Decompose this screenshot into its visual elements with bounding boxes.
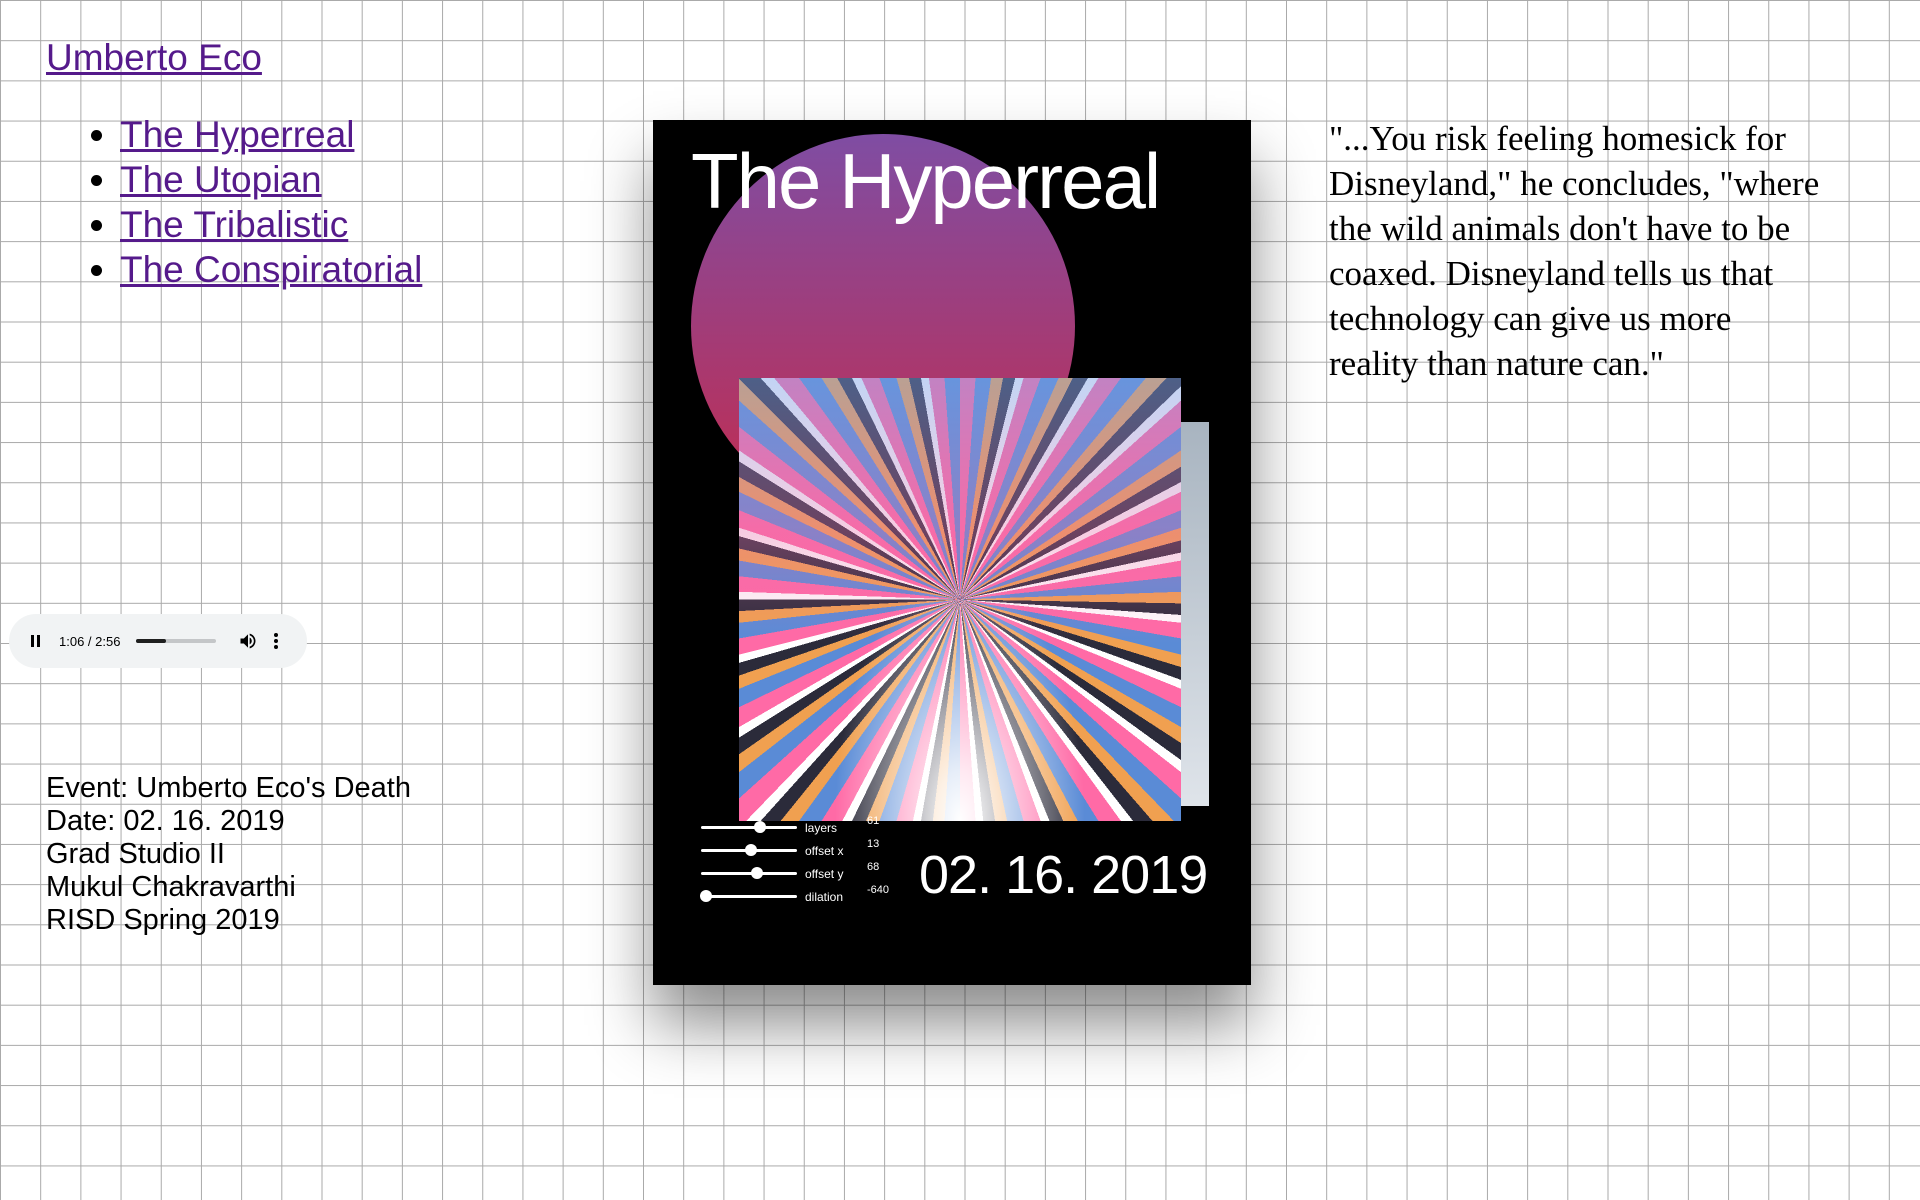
info-line-event: Event: Umberto Eco's Death — [46, 772, 411, 804]
slider-thumb-layers[interactable] — [753, 821, 766, 833]
nav-item: The Conspiratorial — [120, 247, 422, 292]
control-value: 68 — [867, 861, 880, 873]
poster-title: The Hyperreal — [691, 137, 1161, 225]
info-line-course: Grad Studio II — [46, 838, 225, 870]
nav-link-conspiratorial[interactable]: The Conspiratorial — [120, 249, 422, 290]
audio-progress-bar[interactable] — [136, 639, 217, 643]
control-label: offset x — [805, 844, 844, 858]
poster-date: 02. 16. 2019 — [919, 845, 1208, 905]
more-vert-icon[interactable] — [268, 631, 284, 651]
nav-item: The Hyperreal — [120, 112, 422, 157]
slider-thumb-offset-y[interactable] — [750, 867, 763, 879]
slider-track[interactable] — [701, 872, 797, 875]
site-title-link[interactable]: Umberto Eco — [46, 37, 262, 79]
time-readout: 1:06 / 2:56 — [59, 633, 121, 649]
control-offset-x: offset x 13 — [701, 838, 891, 862]
event-info: Event: Umberto Eco's Death Date: 02. 16.… — [46, 772, 411, 937]
poster-controls: layers 61 offset x 13 offset y 68 dilati… — [699, 815, 891, 908]
quote-text: "...You risk feeling homesick for Disney… — [1329, 119, 1820, 383]
nav-link-tribalistic[interactable]: The Tribalistic — [120, 204, 348, 245]
control-label: offset y — [805, 867, 844, 881]
slider-track[interactable] — [701, 826, 797, 829]
nav-link-utopian[interactable]: The Utopian — [120, 159, 322, 200]
control-label: dilation — [805, 890, 844, 904]
poster-side-bar — [1181, 422, 1209, 806]
nav-item: The Utopian — [120, 157, 422, 202]
nav-list: The Hyperreal The Utopian The Tribalisti… — [72, 112, 422, 292]
poster-artwork-overlay — [739, 378, 1181, 821]
control-layers: layers 61 — [701, 815, 891, 839]
slider-thumb-dilation[interactable] — [699, 890, 712, 902]
poster-artwork — [739, 378, 1181, 821]
pause-icon[interactable] — [31, 634, 45, 648]
volume-icon[interactable] — [238, 631, 258, 651]
slider-track[interactable] — [701, 895, 797, 898]
nav-link-hyperreal[interactable]: The Hyperreal — [120, 114, 354, 155]
control-value: -640 — [867, 884, 890, 896]
slider-thumb-offset-x[interactable] — [744, 844, 757, 856]
control-dilation: dilation -640 — [699, 884, 891, 908]
control-offset-y: offset y 68 — [701, 861, 891, 885]
control-value: 13 — [867, 838, 880, 850]
poster: The Hyperreal layers 61 offset x 13 offs… — [653, 120, 1251, 985]
control-value: 61 — [867, 815, 880, 827]
info-line-author: Mukul Chakravarthi — [46, 871, 296, 903]
nav-item: The Tribalistic — [120, 202, 422, 247]
audio-progress-fill — [136, 639, 167, 643]
info-line-school: RISD Spring 2019 — [46, 904, 280, 936]
control-label: layers — [805, 821, 838, 835]
audio-player: 1:06 / 2:56 — [9, 614, 307, 668]
info-line-date: Date: 02. 16. 2019 — [46, 805, 285, 837]
